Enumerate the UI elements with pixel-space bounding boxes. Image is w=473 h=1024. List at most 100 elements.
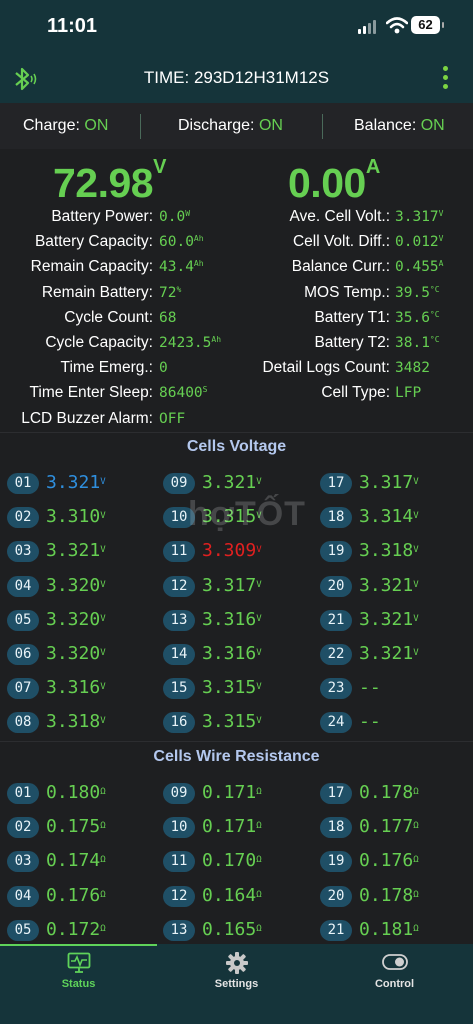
cell-value: 0.174Ω xyxy=(46,849,106,873)
cell-value: 3.321V xyxy=(359,574,419,598)
cell-index-badge: 15 xyxy=(163,678,195,700)
info-row: Battery T1: 35.6°C xyxy=(0,308,473,328)
cell-value-text: 3.317 xyxy=(202,574,257,596)
cell-value: 3.310V xyxy=(46,505,106,529)
cell-value: 0.178Ω xyxy=(359,884,419,908)
cell-value: 3.320V xyxy=(46,608,106,632)
cell-index-badge: 22 xyxy=(320,644,352,665)
cell-value: 3.315V xyxy=(202,710,262,734)
cell-item: 23 -- xyxy=(320,676,470,700)
cell-value: 3.318V xyxy=(46,710,106,734)
info-row: LCD Buzzer Alarm: OFF xyxy=(0,409,473,429)
cell-unit: V xyxy=(413,477,419,487)
cell-index-badge: 09 xyxy=(163,473,195,494)
info-value: 3.317V xyxy=(395,207,443,227)
info-label: Detail Logs Count: xyxy=(262,359,390,377)
info-label: Cell Volt. Diff.: xyxy=(292,233,390,251)
cell-value-text: 0.178 xyxy=(359,884,414,906)
cell-item: 05 0.172Ω xyxy=(7,918,157,942)
cell-value: 0.181Ω xyxy=(359,918,419,942)
info-value-text: 3.317 xyxy=(395,209,439,225)
info-row: Detail Logs Count: 3482 xyxy=(0,358,473,378)
cell-item: 12 3.317V xyxy=(163,574,313,598)
cell-item: 04 3.320V xyxy=(7,574,157,598)
cell-item: 21 0.181Ω xyxy=(320,918,470,942)
cell-unit: V xyxy=(256,682,262,693)
cell-unit: Ω xyxy=(256,787,262,797)
cell-value-text: 0.165 xyxy=(202,918,257,940)
info-label: Cell Type: xyxy=(321,384,390,402)
cell-value: 3.318V xyxy=(359,539,419,563)
info-row: Cell Type: LFP xyxy=(0,383,473,403)
cell-index-badge: 18 xyxy=(320,507,352,529)
info-value-text: 39.5 xyxy=(395,284,430,301)
cell-unit: Ω xyxy=(100,821,106,832)
cell-value: -- xyxy=(359,710,381,734)
cell-value: 3.321V xyxy=(202,471,262,495)
info-value: 0.012V xyxy=(395,232,443,252)
cell-item: 03 0.174Ω xyxy=(7,849,157,873)
cell-index-badge: 03 xyxy=(7,541,39,563)
cell-unit: V xyxy=(256,477,262,487)
cell-item: 24 -- xyxy=(320,710,470,734)
cell-index-badge: 05 xyxy=(7,919,39,941)
total-voltage: 72.98V xyxy=(53,156,166,206)
cell-unit: Ω xyxy=(100,889,106,900)
cell-unit: V xyxy=(256,613,262,624)
cell-index-badge: 06 xyxy=(7,644,39,665)
cell-value: 0.177Ω xyxy=(359,815,419,839)
info-label: LCD Buzzer Alarm: xyxy=(21,409,153,427)
cell-item: 18 3.314V xyxy=(320,505,470,529)
cell-unit: Ω xyxy=(413,923,419,934)
cell-item: 03 3.321V xyxy=(7,539,157,563)
cell-value-text: 3.315 xyxy=(202,711,257,733)
cell-value: 3.309V xyxy=(202,539,262,563)
cell-item: 20 3.321V xyxy=(320,574,470,598)
cell-value-text: 3.321 xyxy=(46,472,101,493)
info-value-text: 0.012 xyxy=(395,234,439,251)
cell-unit: V xyxy=(413,511,419,522)
cell-value: 3.321V xyxy=(359,608,419,632)
info-unit: °C xyxy=(429,335,440,344)
cell-value-text: 3.321 xyxy=(359,608,414,630)
cell-item: 14 3.316V xyxy=(163,642,313,666)
cell-index-badge: 04 xyxy=(7,885,39,907)
cell-value-text: 3.321 xyxy=(359,643,414,664)
cell-value: 0.175Ω xyxy=(46,815,106,839)
tab-status-label: Status xyxy=(61,978,96,990)
cell-index-badge: 12 xyxy=(163,885,195,907)
cell-item: 01 0.180Ω xyxy=(7,781,157,805)
cell-item: 21 3.321V xyxy=(320,608,470,632)
divider xyxy=(322,114,323,139)
cell-unit: Ω xyxy=(413,889,419,900)
cell-value: 3.316V xyxy=(46,676,106,700)
cell-index-badge: 07 xyxy=(7,678,39,700)
info-value: 0.455A xyxy=(395,257,443,277)
cell-value: -- xyxy=(359,676,381,700)
info-value: 35.6°C xyxy=(395,308,440,328)
more-menu-icon[interactable] xyxy=(441,66,449,92)
cell-item: 10 0.171Ω xyxy=(163,815,313,839)
cell-item: 08 3.318V xyxy=(7,710,157,734)
cell-unit: V xyxy=(100,545,106,556)
cell-value-text: 0.177 xyxy=(359,816,414,838)
cell-value: 0.170Ω xyxy=(202,849,262,873)
cell-value-text: 3.318 xyxy=(359,540,414,562)
cell-item: 13 3.316V xyxy=(163,608,313,632)
cell-index-badge: 01 xyxy=(7,783,39,804)
cell-unit: V xyxy=(100,716,106,727)
info-value: 39.5°C xyxy=(395,283,440,303)
cell-unit: Ω xyxy=(256,821,262,832)
cell-item: 06 3.320V xyxy=(7,642,157,666)
bottom-nav: Status Settings Control xyxy=(0,944,473,1024)
cell-item: 11 0.170Ω xyxy=(163,849,313,873)
toggle-icon xyxy=(382,954,408,970)
cell-item: 19 3.318V xyxy=(320,539,470,563)
cell-index-badge: 02 xyxy=(7,817,39,839)
cell-unit: V xyxy=(100,648,106,658)
info-value: 38.1°C xyxy=(395,333,440,353)
cell-value: 0.178Ω xyxy=(359,781,419,805)
discharge-status: Discharge: ON xyxy=(178,117,283,134)
cell-index-badge: 02 xyxy=(7,507,39,529)
status-monitor-icon xyxy=(67,952,91,973)
